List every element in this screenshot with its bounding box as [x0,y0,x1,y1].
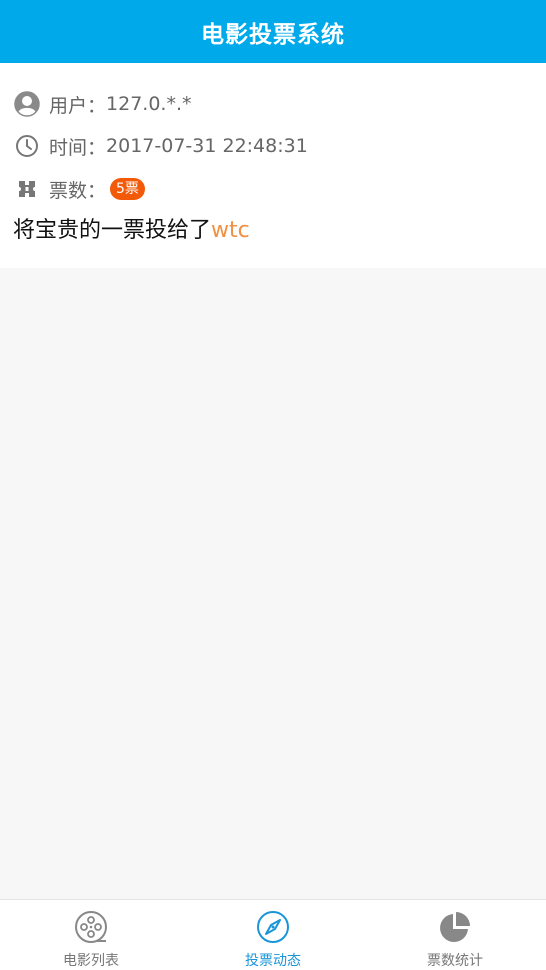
votes-badge: 5票 [110,178,145,200]
ticket-icon [14,176,40,202]
tab-vote-stats-label: 票数统计 [427,953,483,969]
tab-movie-list-label: 电影列表 [63,953,119,969]
votes-row: 票数： 5票 [14,174,145,204]
tab-vote-stats[interactable]: 票数统计 [364,900,546,970]
user-value: 127.0.*.* [106,93,192,115]
app-root: 电影投票系统 用户： 127.0.*.* 时间： 2017-07-31 22:4… [0,0,546,970]
bottom-tab-bar: 电影列表 投票动态 票数统计 [0,899,546,970]
user-avatar-icon [14,91,40,117]
compass-icon [255,909,291,945]
tab-vote-activity[interactable]: 投票动态 [182,900,364,970]
tab-vote-activity-label: 投票动态 [245,953,301,969]
tab-movie-list[interactable]: 电影列表 [0,900,182,970]
header-bar: 电影投票系统 [0,0,546,63]
time-label: 时间： [49,136,107,159]
page-title: 电影投票系统 [201,21,345,48]
film-reel-icon [73,909,109,945]
user-label: 用户： [49,94,107,117]
vote-message-prefix: 将宝贵的一票投给了 [13,218,212,243]
votes-label: 票数： [49,179,107,202]
user-row: 用户： 127.0.*.* [14,89,192,119]
time-row: 时间： 2017-07-31 22:48:31 [14,131,308,161]
time-value: 2017-07-31 22:48:31 [106,135,308,157]
clock-icon [14,133,40,159]
vote-record-card: 用户： 127.0.*.* 时间： 2017-07-31 22:48:31 票数… [0,63,546,268]
pie-chart-icon [437,909,473,945]
vote-message: 将宝贵的一票投给了wtc [13,214,250,248]
voted-movie-name[interactable]: wtc [211,218,250,243]
